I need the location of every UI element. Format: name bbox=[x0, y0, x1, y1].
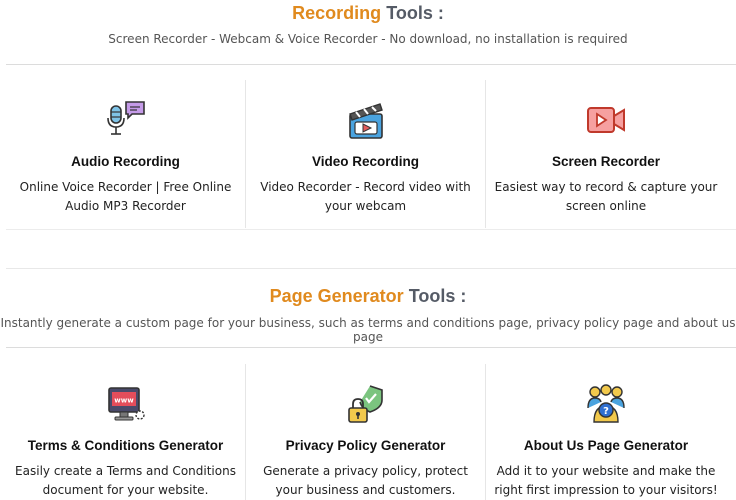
clapperboard-icon bbox=[346, 100, 386, 140]
page-generator-title-accent: Page Generator bbox=[269, 286, 404, 306]
card-description: Easily create a Terms and Conditions doc… bbox=[15, 464, 236, 497]
page-generator-subtitle: Instantly generate a custom page for you… bbox=[0, 316, 736, 344]
page-generator-title-rest: Tools : bbox=[408, 286, 467, 306]
divider bbox=[6, 229, 736, 230]
card-title: Screen Recorder bbox=[551, 154, 661, 169]
team-question-icon: ? bbox=[586, 384, 626, 424]
card-title: About Us Page Generator bbox=[523, 438, 689, 453]
about-us-generator-card[interactable]: ? About Us Page Generator Add it to your… bbox=[486, 364, 726, 500]
card-description: Generate a privacy policy, protect your … bbox=[263, 464, 468, 497]
card-title: Privacy Policy Generator bbox=[285, 438, 446, 453]
video-recording-card[interactable]: Video Recording Video Recorder - Record … bbox=[246, 80, 486, 228]
recording-title-rest: Tools : bbox=[386, 3, 444, 23]
screen-recorder-card[interactable]: Screen Recorder Easiest way to record & … bbox=[486, 80, 726, 228]
recording-section-title: Recording Tools : bbox=[0, 3, 736, 24]
microphone-chat-icon bbox=[106, 100, 146, 140]
divider bbox=[6, 268, 736, 269]
card-description: Online Voice Recorder | Free Online Audi… bbox=[19, 180, 232, 213]
audio-recording-card[interactable]: Audio Recording Online Voice Recorder | … bbox=[6, 80, 246, 228]
recording-title-accent: Recording bbox=[292, 3, 382, 23]
svg-text:?: ? bbox=[603, 406, 609, 417]
svg-text:www: www bbox=[114, 397, 134, 405]
privacy-generator-card[interactable]: Privacy Policy Generator Generate a priv… bbox=[246, 364, 486, 500]
shield-lock-icon bbox=[346, 384, 386, 424]
page-generator-cards: www Terms & Conditions Generator Easily … bbox=[6, 364, 736, 500]
card-description: Easiest way to record & capture your scr… bbox=[494, 180, 718, 213]
terms-generator-card[interactable]: www Terms & Conditions Generator Easily … bbox=[6, 364, 246, 500]
card-title: Terms & Conditions Generator bbox=[27, 438, 224, 453]
recording-subtitle: Screen Recorder - Webcam & Voice Recorde… bbox=[108, 32, 628, 46]
card-description: Video Recorder - Record video with your … bbox=[260, 180, 471, 213]
divider bbox=[6, 347, 736, 348]
divider bbox=[6, 64, 736, 65]
video-camera-icon bbox=[586, 100, 626, 140]
page-generator-section-title: Page Generator Tools : bbox=[0, 286, 736, 307]
card-title: Audio Recording bbox=[71, 154, 180, 169]
card-title: Video Recording bbox=[311, 154, 420, 169]
recording-cards: Audio Recording Online Voice Recorder | … bbox=[6, 80, 736, 228]
www-monitor-icon: www bbox=[106, 384, 146, 424]
card-description: Add it to your website and make the righ… bbox=[494, 464, 718, 497]
